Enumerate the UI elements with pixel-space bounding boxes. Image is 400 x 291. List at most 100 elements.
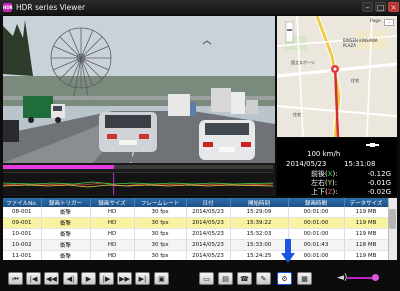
table-header-row: ファイルNo. 録画トリガー 録画サイズ フレームレート 日付 開始時刻 録画時間 データサイ…: [3, 198, 389, 207]
table-cell: 15:39:22: [230, 217, 289, 229]
column-header[interactable]: 開始時刻: [230, 198, 289, 207]
table-cell: 119 MB: [344, 250, 389, 260]
table-cell: 15:33:00: [230, 239, 289, 251]
phone-button[interactable]: ☎: [237, 272, 252, 285]
column-header[interactable]: 録画トリガー: [41, 198, 91, 207]
table-cell: 118 MB: [344, 239, 389, 251]
column-header[interactable]: 録画サイズ: [90, 198, 135, 207]
tools-button[interactable]: ✎: [256, 272, 271, 285]
print-icon: ▦: [301, 275, 308, 283]
table-cell: 衝撃: [41, 239, 91, 251]
table-cell: 00:01:00: [288, 207, 345, 218]
table-cell: 119 MB: [344, 217, 389, 229]
file-table: ファイルNo. 録画トリガー 録画サイズ フレームレート 日付 開始時刻 録画時間 データサイ…: [3, 198, 397, 260]
map-label: 住宅: [293, 112, 301, 117]
snapshot-icon: ▣: [158, 275, 165, 283]
volume-slider-knob[interactable]: [371, 274, 379, 281]
map-label: 住宅: [351, 78, 359, 83]
seek-bar-fill: [3, 165, 114, 169]
gsensor-x-value: -0.12G: [367, 170, 391, 178]
table-cell: 衝撃: [41, 217, 91, 229]
skip-to-start-button[interactable]: ⏮: [8, 272, 23, 285]
previous-file-icon: |◀: [29, 275, 38, 283]
table-cell: 09-001: [3, 217, 42, 229]
table-cell: 衝撃: [41, 228, 91, 240]
gsensor-graph[interactable]: [2, 172, 274, 195]
dashcam-frame: [3, 16, 275, 163]
map-zoom-out-button[interactable]: -: [384, 19, 394, 26]
highlight-arrow-icon: [281, 239, 295, 263]
table-cell: 30 fps: [134, 228, 187, 240]
settings-button[interactable]: ⚙: [277, 272, 292, 285]
table-cell: 2014/05/23: [186, 239, 231, 251]
column-header[interactable]: データサイズ: [344, 198, 389, 207]
column-header[interactable]: フレームレート: [134, 198, 187, 207]
column-header[interactable]: 録画時間: [288, 198, 345, 207]
table-cell: 00:01:00: [288, 217, 345, 229]
previous-file-button[interactable]: |◀: [26, 272, 41, 285]
suv: [99, 112, 157, 152]
table-cell: 15:29:09: [230, 207, 289, 218]
table-row[interactable]: 11-001 衝撃 HD 30 fps 2014/05/23 15:24:25 00:01:…: [3, 250, 389, 260]
table-cell: 11-001: [3, 250, 42, 260]
table-scrollbar[interactable]: [388, 198, 397, 260]
table-cell: 00:01:43: [288, 239, 345, 251]
table-scroll-thumb[interactable]: [389, 209, 396, 229]
table-cell: 衝撃: [41, 250, 91, 260]
print-button[interactable]: ▦: [297, 272, 312, 285]
next-file-button[interactable]: ▶|: [135, 272, 150, 285]
rewind-button[interactable]: ◀◀: [44, 272, 59, 285]
table-cell: 15:32:03: [230, 228, 289, 240]
minimize-button[interactable]: –: [362, 2, 373, 12]
table-cell: HD: [90, 207, 135, 218]
time-readout: 15:31:08: [344, 160, 376, 168]
gsensor-x-label: 前後(X):: [311, 170, 338, 178]
map-label: 国立スポーツ: [291, 60, 315, 65]
table-body: 08-001 衝撃 HD 30 fps 2014/05/23 15:29:09 00:01:…: [3, 207, 389, 260]
column-header[interactable]: ファイルNo.: [3, 198, 42, 207]
table-cell: 119 MB: [344, 228, 389, 240]
snapshot-button[interactable]: ▣: [154, 272, 169, 285]
close-button[interactable]: ×: [388, 2, 399, 12]
table-cell: 00:01:00: [288, 228, 345, 240]
table-cell: 衝撃: [41, 207, 91, 218]
table-cell: 15:24:25: [230, 250, 289, 260]
column-header[interactable]: 日付: [186, 198, 231, 207]
gsensor-z-label: 上下(Z):: [311, 188, 338, 196]
table-cell: 10-001: [3, 228, 42, 240]
table-cell: HD: [90, 250, 135, 260]
map-view[interactable]: Page - BINSEN KINSAWA PLAZA 国立スポーツ 住宅 住宅: [277, 16, 397, 137]
table-row[interactable]: 10-002 衝撃 HD 30 fps 2014/05/23 15:33:00 00:01:…: [3, 239, 389, 251]
settings-icon: ⚙: [281, 275, 288, 283]
gsensor-y-label: 左右(Y):: [311, 179, 338, 187]
open-folder-icon: ▭: [203, 275, 210, 283]
tools-icon: ✎: [260, 275, 267, 283]
sedan: [199, 120, 255, 160]
table-cell: HD: [90, 217, 135, 229]
step-back-button[interactable]: ◀|: [63, 272, 78, 285]
maximize-button[interactable]: □: [375, 2, 386, 12]
next-file-icon: ▶|: [138, 275, 147, 283]
table-cell: 30 fps: [134, 207, 187, 218]
speed-readout: 100 km/h: [307, 150, 341, 158]
step-forward-icon: |▶: [102, 275, 111, 283]
table-cell: 2014/05/23: [186, 207, 231, 218]
table-row[interactable]: 09-001 衝撃 HD 30 fps 2014/05/23 15:39:22 00:01:…: [3, 217, 389, 229]
video-player[interactable]: [3, 16, 275, 163]
table-row[interactable]: 08-001 衝撃 HD 30 fps 2014/05/23 15:29:09 00:01:…: [3, 207, 389, 218]
table-cell: 30 fps: [134, 250, 187, 260]
table-row[interactable]: 10-001 衝撃 HD 30 fps 2014/05/23 15:32:03 00:01:…: [3, 228, 389, 240]
fast-forward-button[interactable]: ▶▶: [117, 272, 132, 285]
open-folder-button[interactable]: ▭: [199, 272, 214, 285]
table-cell: 30 fps: [134, 217, 187, 229]
play-icon: ▶: [85, 275, 92, 283]
step-forward-button[interactable]: |▶: [99, 272, 114, 285]
gsensor-graph-lines: [2, 173, 274, 195]
save-button[interactable]: ▤: [218, 272, 233, 285]
fast-forward-icon: ▶▶: [119, 275, 130, 283]
play-button[interactable]: ▶: [81, 272, 96, 285]
save-icon: ▤: [222, 275, 229, 283]
table-cell: 00:01:00: [288, 250, 345, 260]
map-top-label: Page: [370, 19, 381, 24]
gps-satellite-icon: [366, 143, 379, 147]
